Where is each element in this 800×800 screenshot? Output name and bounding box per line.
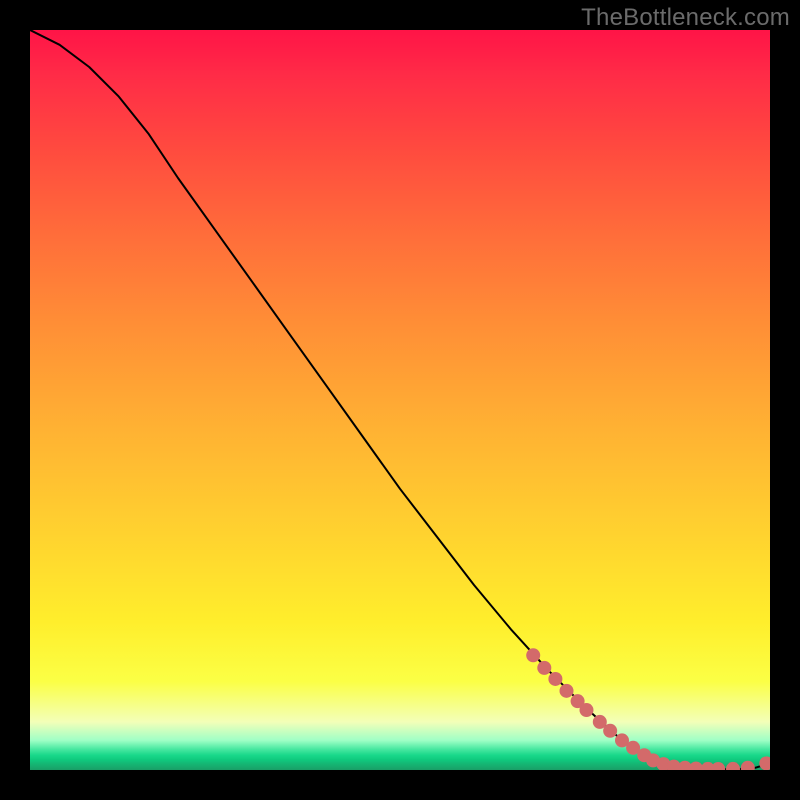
chart-plot-area [30, 30, 770, 770]
marker-point [603, 724, 617, 738]
marker-point [537, 661, 551, 675]
marker-point [579, 703, 593, 717]
curve-path [30, 30, 770, 769]
marker-point [548, 672, 562, 686]
marker-point [560, 684, 574, 698]
marker-point [526, 648, 540, 662]
chart-markers [526, 648, 770, 770]
marker-point [711, 762, 725, 770]
marker-point [726, 762, 740, 770]
chart-overlay-svg [30, 30, 770, 770]
marker-point [741, 761, 755, 770]
chart-curve [30, 30, 770, 769]
marker-point [759, 756, 770, 770]
watermark-text: TheBottleneck.com [581, 4, 790, 32]
